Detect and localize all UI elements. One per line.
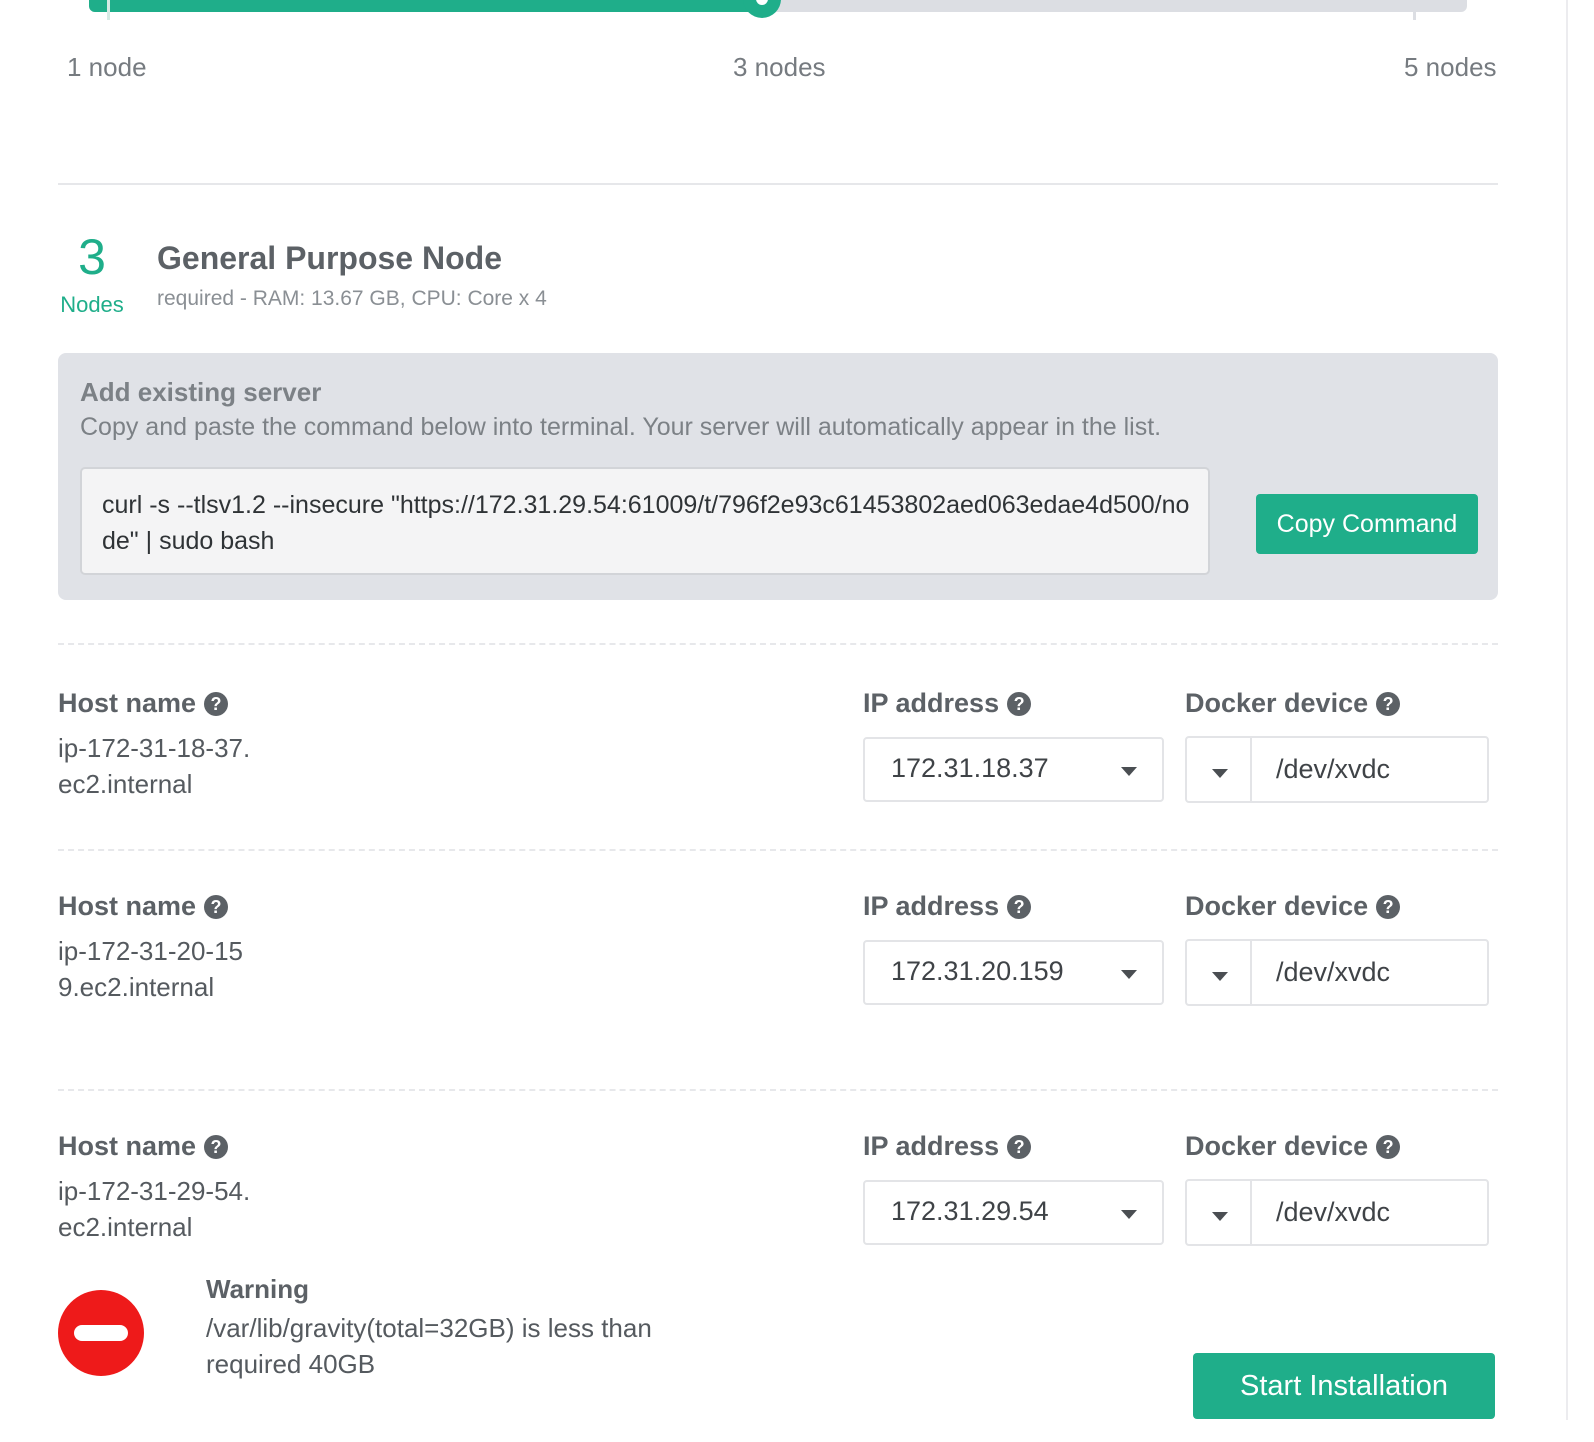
docker-device-label: Docker device? <box>1185 891 1401 922</box>
docker-device-label-text: Docker device <box>1185 891 1369 921</box>
help-icon[interactable]: ? <box>204 1134 229 1159</box>
docker-device-input[interactable]: /dev/xvdc <box>1250 1179 1489 1246</box>
slider-max-label: 5 nodes <box>1404 52 1497 82</box>
help-icon[interactable]: ? <box>1376 1134 1401 1159</box>
docker-device-dropdown[interactable] <box>1185 939 1252 1006</box>
help-icon[interactable]: ? <box>1007 894 1032 919</box>
docker-device-dropdown[interactable] <box>1185 1179 1252 1246</box>
docker-device-control: /dev/xvdc <box>1185 939 1489 1006</box>
docker-device-value: /dev/xvdc <box>1276 754 1391 784</box>
ip-address-label-text: IP address <box>863 1131 1000 1161</box>
docker-device-dropdown[interactable] <box>1185 736 1252 803</box>
ip-address-label-text: IP address <box>863 891 1000 921</box>
ip-address-select[interactable]: 172.31.20.159 <box>863 940 1164 1005</box>
slider-mid-label: 3 nodes <box>733 52 826 82</box>
host-name-label: Host name? <box>58 688 229 719</box>
host-name-label-text: Host name <box>58 891 197 921</box>
help-icon[interactable]: ? <box>204 691 229 716</box>
help-icon[interactable]: ? <box>1376 691 1401 716</box>
row-divider <box>58 849 1498 851</box>
host-name-value: ip-172-31-18-37.ec2.internal <box>58 733 251 799</box>
docker-device-control: /dev/xvdc <box>1185 736 1489 803</box>
node-count-slider[interactable] <box>89 0 1467 20</box>
copy-command-button[interactable]: Copy Command <box>1256 494 1478 554</box>
host-name-label-text: Host name <box>58 1131 197 1161</box>
slider-fill <box>89 0 762 12</box>
ip-address-label: IP address? <box>863 891 1032 922</box>
ip-address-select[interactable]: 172.31.18.37 <box>863 737 1164 802</box>
docker-device-input[interactable]: /dev/xvdc <box>1250 939 1489 1006</box>
docker-device-value: /dev/xvdc <box>1276 957 1391 987</box>
command-text[interactable]: curl -s --tlsv1.2 --insecure "https://17… <box>102 487 1197 559</box>
host-name-value: ip-172-31-20-159.ec2.internal <box>58 936 244 1002</box>
slider-min-label: 1 node <box>67 52 147 82</box>
docker-device-input[interactable]: /dev/xvdc <box>1250 736 1489 803</box>
add-server-panel: Add existing server Copy and paste the c… <box>58 353 1498 600</box>
row-divider <box>58 1089 1498 1091</box>
docker-device-label-text: Docker device <box>1185 1131 1369 1161</box>
ip-address-label-text: IP address <box>863 688 1000 718</box>
chevron-down-icon <box>1121 767 1137 776</box>
ip-address-select[interactable]: 172.31.29.54 <box>863 1180 1164 1245</box>
help-icon[interactable]: ? <box>1007 691 1032 716</box>
ip-address-value: 172.31.20.159 <box>891 956 1064 986</box>
host-name-value: ip-172-31-29-54.ec2.internal <box>58 1176 251 1242</box>
warning-title: Warning <box>206 1274 310 1304</box>
right-border <box>1566 0 1568 1420</box>
section-divider <box>58 183 1498 185</box>
slider-tick-min <box>107 0 110 20</box>
help-icon[interactable]: ? <box>1007 1134 1032 1159</box>
add-server-title: Add existing server <box>80 377 322 407</box>
docker-device-control: /dev/xvdc <box>1185 1179 1489 1246</box>
warning-text: /var/lib/gravity(total=32GB) is less tha… <box>206 1313 652 1379</box>
chevron-down-icon <box>1121 1210 1137 1219</box>
start-installation-button[interactable]: Start Installation <box>1193 1353 1495 1419</box>
node-count: 3 <box>78 229 106 285</box>
chevron-down-icon <box>1212 1212 1228 1221</box>
chevron-down-icon <box>1121 970 1137 979</box>
command-box[interactable]: curl -s --tlsv1.2 --insecure "https://17… <box>80 467 1210 575</box>
host-name-label: Host name? <box>58 1131 229 1162</box>
ip-address-label: IP address? <box>863 688 1032 719</box>
ip-address-label: IP address? <box>863 1131 1032 1162</box>
docker-device-label: Docker device? <box>1185 688 1401 719</box>
host-name-label-text: Host name <box>58 688 197 718</box>
no-entry-icon <box>58 1290 144 1376</box>
ip-address-value: 172.31.29.54 <box>891 1196 1049 1226</box>
help-icon[interactable]: ? <box>204 894 229 919</box>
add-server-description: Copy and paste the command below into te… <box>80 413 1162 441</box>
docker-device-value: /dev/xvdc <box>1276 1197 1391 1227</box>
chevron-down-icon <box>1212 972 1228 981</box>
host-name-label: Host name? <box>58 891 229 922</box>
node-count-label: Nodes <box>60 292 124 317</box>
ip-address-value: 172.31.18.37 <box>891 753 1049 783</box>
slider-thumb[interactable] <box>743 0 781 18</box>
row-divider <box>58 643 1498 645</box>
chevron-down-icon <box>1212 769 1228 778</box>
docker-device-label-text: Docker device <box>1185 688 1369 718</box>
profile-requirements: required - RAM: 13.67 GB, CPU: Core x 4 <box>157 287 547 310</box>
help-icon[interactable]: ? <box>1376 894 1401 919</box>
profile-title: General Purpose Node <box>157 240 502 276</box>
slider-tick-max <box>1413 0 1416 20</box>
docker-device-label: Docker device? <box>1185 1131 1401 1162</box>
